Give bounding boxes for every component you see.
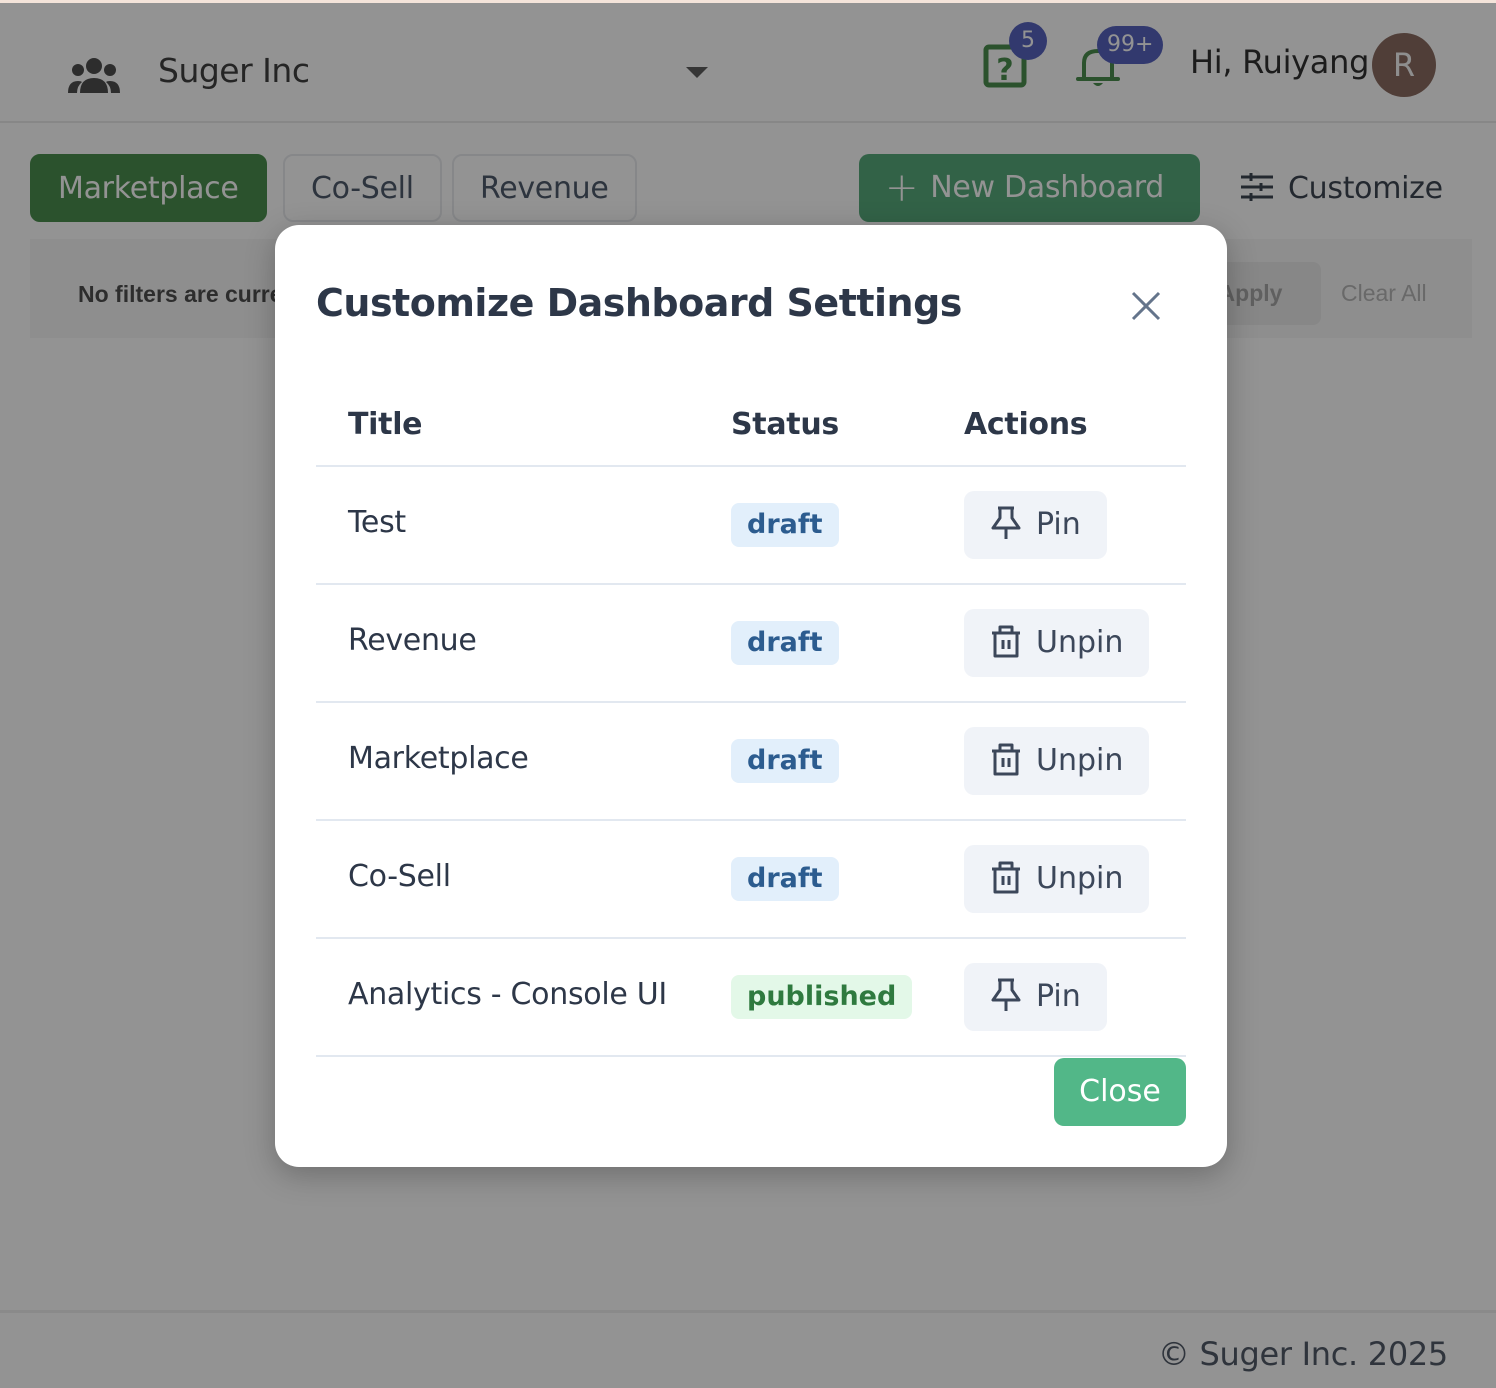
- unpin-button[interactable]: Unpin: [964, 727, 1150, 795]
- trash-icon: [992, 625, 1020, 657]
- pin-label: Pin: [1036, 507, 1081, 542]
- table-row: Revenue draft Unpin: [316, 585, 1186, 703]
- pin-label: Pin: [1036, 979, 1081, 1014]
- unpin-label: Unpin: [1036, 743, 1124, 778]
- close-button[interactable]: Close: [1054, 1058, 1186, 1126]
- table-header: Title Status Actions: [316, 385, 1186, 467]
- table-row: Marketplace draft Unpin: [316, 703, 1186, 821]
- table-row: Co-Sell draft Unpin: [316, 821, 1186, 939]
- dashboard-title: Revenue: [348, 623, 477, 658]
- pin-icon: [991, 506, 1021, 539]
- pin-button[interactable]: Pin: [964, 963, 1107, 1031]
- column-header-title: Title: [348, 407, 423, 442]
- dashboard-title: Marketplace: [348, 741, 529, 776]
- trash-icon: [992, 743, 1020, 775]
- customize-dashboard-modal: Customize Dashboard Settings Title Statu…: [275, 225, 1227, 1167]
- trash-icon: [992, 861, 1020, 893]
- unpin-button[interactable]: Unpin: [964, 609, 1150, 677]
- table-row: Test draft Pin: [316, 467, 1186, 585]
- status-badge: published: [731, 975, 913, 1019]
- status-badge: draft: [731, 503, 839, 547]
- status-badge: draft: [731, 621, 839, 665]
- unpin-label: Unpin: [1036, 625, 1124, 660]
- dashboard-title: Co-Sell: [348, 859, 451, 894]
- status-badge: draft: [731, 739, 839, 783]
- status-badge: draft: [731, 857, 839, 901]
- column-header-status: Status: [731, 407, 839, 442]
- pin-icon: [991, 978, 1021, 1011]
- dashboard-title: Test: [348, 505, 406, 540]
- unpin-label: Unpin: [1036, 861, 1124, 896]
- unpin-button[interactable]: Unpin: [964, 845, 1150, 913]
- dashboard-title: Analytics - Console UI: [348, 977, 667, 1012]
- pin-button[interactable]: Pin: [964, 491, 1107, 559]
- modal-title: Customize Dashboard Settings: [316, 281, 962, 325]
- close-icon[interactable]: [1129, 289, 1163, 323]
- table-row: Analytics - Console UI published Pin: [316, 939, 1186, 1057]
- column-header-actions: Actions: [964, 407, 1088, 442]
- dashboards-table: Title Status Actions Test draft Pin Reve…: [316, 385, 1186, 1057]
